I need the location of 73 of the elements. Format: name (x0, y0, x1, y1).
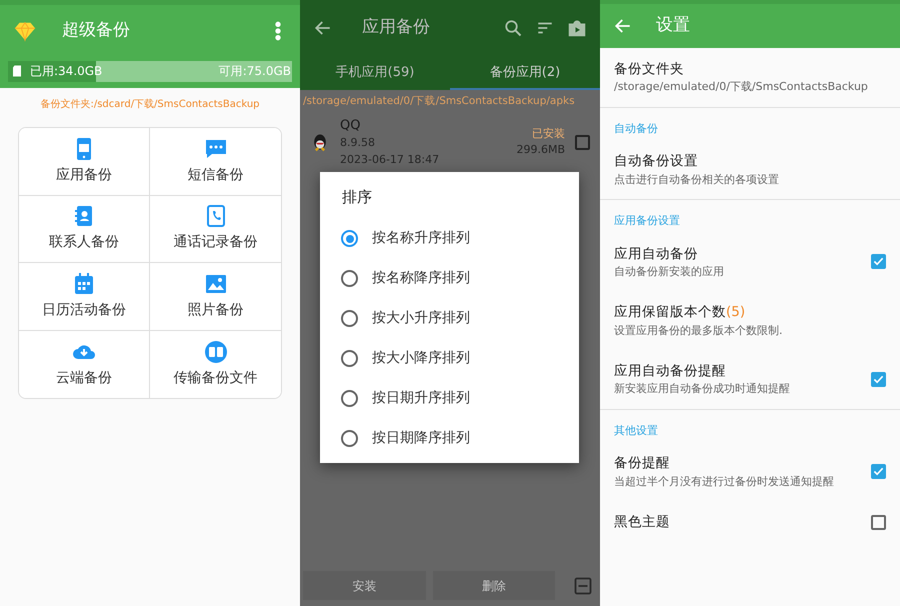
feature-tile[interactable]: 联系人备份 (19, 196, 150, 263)
checkbox[interactable] (871, 254, 886, 270)
screen-title: 应用备份 (362, 16, 431, 39)
sort-option[interactable]: 按日期升序排列 (320, 378, 579, 418)
sort-option[interactable]: 按名称降序排列 (320, 258, 579, 298)
settings-item[interactable]: 应用自动备份 自动备份新安装的应用 (600, 232, 900, 292)
app-size: 299.6MB (516, 142, 565, 158)
action-button[interactable]: 安装 (303, 571, 426, 600)
feature-tile[interactable]: 通话记录备份 (150, 196, 281, 263)
checkbox[interactable] (871, 464, 886, 480)
settings-item[interactable]: 备份提醒 当超过半个月没有进行过备份时发送通知提醒 (600, 442, 900, 501)
item-summary: 自动备份新安装的应用 (614, 264, 725, 280)
app-name: QQ (340, 116, 362, 135)
free-space-label: 可用:75.0GB (218, 63, 291, 80)
app-date: 2023-06-17 18:47 (340, 152, 440, 168)
sort-option[interactable]: 按大小升序排列 (320, 298, 579, 338)
feature-tile[interactable]: 日历活动备份 (19, 263, 150, 330)
item-summary: 设置应用备份的最多版本个数限制. (614, 322, 784, 338)
checkbox[interactable] (871, 372, 886, 387)
radio-button[interactable] (341, 270, 358, 287)
feature-tile[interactable]: 应用备份 (19, 128, 150, 196)
item-title: 备份文件夹 (614, 60, 685, 79)
screen-title: 设置 (656, 14, 690, 38)
back-arrow-icon[interactable] (614, 17, 632, 35)
radio-button[interactable] (341, 310, 358, 327)
item-title: 自动备份设置 (614, 152, 699, 172)
item-title: 黑色主题 (614, 513, 671, 532)
item-summary: 点击进行自动备份相关的各项设置 (614, 172, 780, 188)
back-arrow-icon[interactable] (314, 18, 332, 36)
dialog-title: 排序 (341, 187, 373, 208)
shopping-bag-icon[interactable] (568, 18, 586, 36)
action-button[interactable]: 删除 (432, 571, 555, 600)
checkbox[interactable] (871, 514, 886, 530)
feature-tile[interactable]: 传输备份文件 (150, 330, 281, 398)
radio-button[interactable] (341, 390, 358, 407)
install-status: 已安装 (531, 126, 565, 142)
settings-item[interactable]: 应用自动备份提醒 新安装应用自动备份成功时通知提醒 (600, 350, 900, 410)
sort-option[interactable]: 按大小降序排列 (320, 338, 579, 378)
item-title: 应用自动备份提醒 (614, 362, 727, 381)
settings-item[interactable]: 自动备份设置 点击进行自动备份相关的各项设置 (600, 140, 900, 200)
tab[interactable]: 手机应用(59) (300, 55, 450, 90)
section-header: 自动备份 (613, 120, 659, 137)
search-icon[interactable] (504, 18, 522, 36)
item-title: 备份提醒 (614, 454, 671, 474)
app-version: 8.9.58 (340, 135, 376, 152)
settings-item[interactable]: 应用保留版本个数(5) 设置应用备份的最多版本个数限制. (600, 291, 900, 350)
settings-item[interactable]: 黑色主题 (600, 501, 900, 544)
settings-item[interactable]: 备份文件夹 /storage/emulated/0/下载/SmsContactsBackup (600, 48, 900, 108)
sd-card-icon (11, 63, 23, 79)
apk-folder-path: /storage/emulated/0/下载/SmsContactsBackup/apks (302, 94, 576, 109)
radio-button[interactable] (341, 230, 358, 247)
select-partial-icon[interactable] (574, 576, 592, 594)
item-summary: 新安装应用自动备份成功时通知提醒 (614, 381, 791, 398)
radio-button[interactable] (341, 350, 358, 367)
item-title: 应用保留版本个数 (614, 304, 726, 320)
app-title: 超级备份 (62, 19, 131, 42)
section-header: 应用备份设置 (613, 213, 681, 229)
feature-tile[interactable]: 云端备份 (19, 330, 150, 398)
used-space-label: 已用:34.0GB (30, 63, 102, 80)
diamond-icon (12, 20, 38, 42)
item-summary: /storage/emulated/0/下载/SmsContactsBackup (614, 79, 869, 96)
checkbox[interactable] (575, 134, 590, 150)
section-header: 其他设置 (613, 422, 659, 439)
calendar-icon (72, 272, 96, 296)
feature-tile[interactable]: 短信备份 (150, 128, 281, 196)
item-title: 应用自动备份 (614, 244, 699, 264)
transfer-icon (204, 340, 228, 364)
count-value: (5) (726, 304, 746, 320)
sort-option[interactable]: 按名称升序排列 (320, 218, 579, 258)
item-summary: 当超过半个月没有进行过备份时发送通知提醒 (614, 474, 835, 490)
backup-folder-path: 备份文件夹:/sdcard/下载/SmsContactsBackup (39, 98, 260, 112)
radio-button[interactable] (341, 430, 358, 447)
sort-option[interactable]: 按日期降序排列 (320, 418, 579, 458)
